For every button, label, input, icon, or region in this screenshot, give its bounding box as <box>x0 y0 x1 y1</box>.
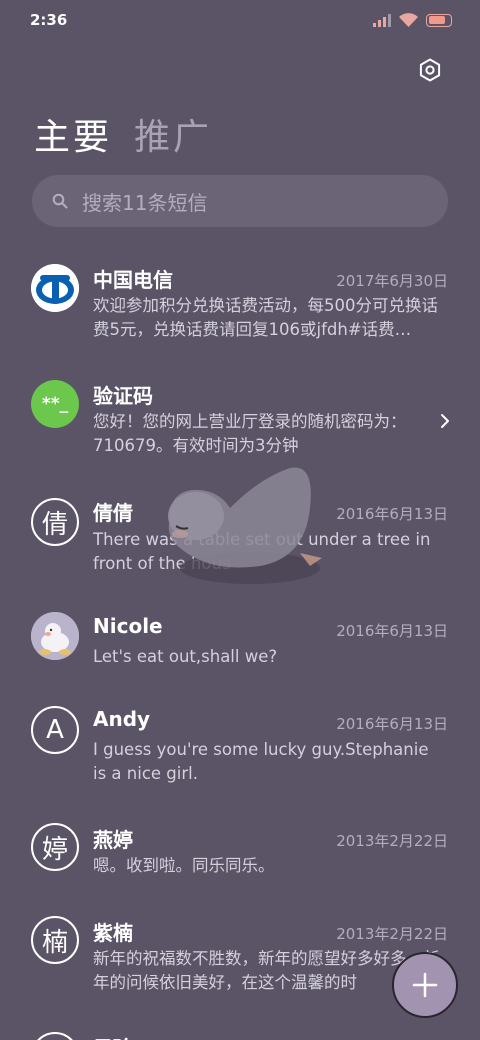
status-icons <box>373 13 452 27</box>
search-icon <box>52 193 68 209</box>
contact-avatar: 婷 <box>31 823 79 871</box>
gear-icon <box>419 58 441 82</box>
conversation-item[interactable]: A Andy 2016年6月13日 I guess you're some lu… <box>0 693 480 810</box>
conversation-item[interactable]: 婷 燕婷 2013年2月22日 嗯。收到啦。同乐同乐。 <box>0 810 480 903</box>
message-preview: I guess you're some lucky guy.Stephanie … <box>93 740 429 783</box>
chevron-right-icon[interactable] <box>440 413 450 429</box>
wifi-icon <box>399 13 418 27</box>
contact-name: 子玲 <box>93 1032 133 1040</box>
contact-name: 中国电信 <box>93 268 173 292</box>
nicole-avatar <box>31 612 79 660</box>
message-date: 2016年6月13日 <box>336 622 448 640</box>
message-preview: 欢迎参加积分兑换话费活动，每500分可兑换话费5元，兑换话费请回复106或jfd… <box>93 296 438 339</box>
contact-avatar: 楠 <box>31 916 79 964</box>
conversation-item[interactable]: 倩 倩倩 2016年6月13日 There was a table set ou… <box>0 483 480 600</box>
message-date: 2013年2月22日 <box>336 925 448 943</box>
conversation-item[interactable]: 中国电信 2017年6月30日 欢迎参加积分兑换话费活动，每500分可兑换话费5… <box>0 250 480 365</box>
contact-name: Nicole <box>93 614 163 638</box>
tab-primary[interactable]: 主要 <box>34 108 112 160</box>
contact-name: 燕婷 <box>93 828 133 852</box>
contact-avatar: 倩 <box>31 498 79 546</box>
plus-icon <box>412 972 438 998</box>
conversation-item[interactable]: 子玲 <box>0 1020 480 1040</box>
compose-button[interactable] <box>392 952 458 1018</box>
message-preview: 嗯。收到啦。同乐同乐。 <box>93 856 275 875</box>
search-bar[interactable]: 搜索11条短信 <box>32 175 448 227</box>
settings-button[interactable] <box>416 56 444 84</box>
status-bar: 2:36 <box>0 0 480 40</box>
contact-avatar <box>31 1032 79 1040</box>
conversation-item[interactable]: **_ 验证码 您好！您的网上营业厅登录的随机密码为：710679。有效时间为3… <box>0 365 480 483</box>
message-date: 2013年2月22日 <box>336 832 448 850</box>
contact-name: 倩倩 <box>93 501 133 525</box>
battery-icon <box>426 13 452 27</box>
message-preview: There was a table set out under a tree i… <box>93 530 431 573</box>
conversation-item[interactable]: Nicole 2016年6月13日 Let's eat out,shall we… <box>0 600 480 693</box>
china-telecom-logo-icon <box>31 264 79 312</box>
contact-avatar: A <box>31 706 79 754</box>
duck-avatar-icon <box>31 612 79 660</box>
contact-name: 验证码 <box>93 384 153 408</box>
china-telecom-avatar <box>31 264 79 312</box>
tab-promotions[interactable]: 推广 <box>134 108 212 160</box>
status-time: 2:36 <box>30 11 68 29</box>
message-date: 2016年6月13日 <box>336 505 448 523</box>
message-preview: Let's eat out,shall we? <box>93 647 278 666</box>
verification-avatar: **_ <box>31 380 79 428</box>
contact-name: 紫楠 <box>93 921 133 945</box>
message-preview: 您好！您的网上营业厅登录的随机密码为：710679。有效时间为3分钟 <box>93 412 407 455</box>
tab-bar: 主要 推广 <box>34 108 212 160</box>
message-date: 2016年6月13日 <box>336 715 448 733</box>
signal-icon <box>373 13 391 27</box>
search-placeholder: 搜索11条短信 <box>82 190 208 215</box>
contact-name: Andy <box>93 707 151 731</box>
message-date: 2017年6月30日 <box>336 272 448 290</box>
